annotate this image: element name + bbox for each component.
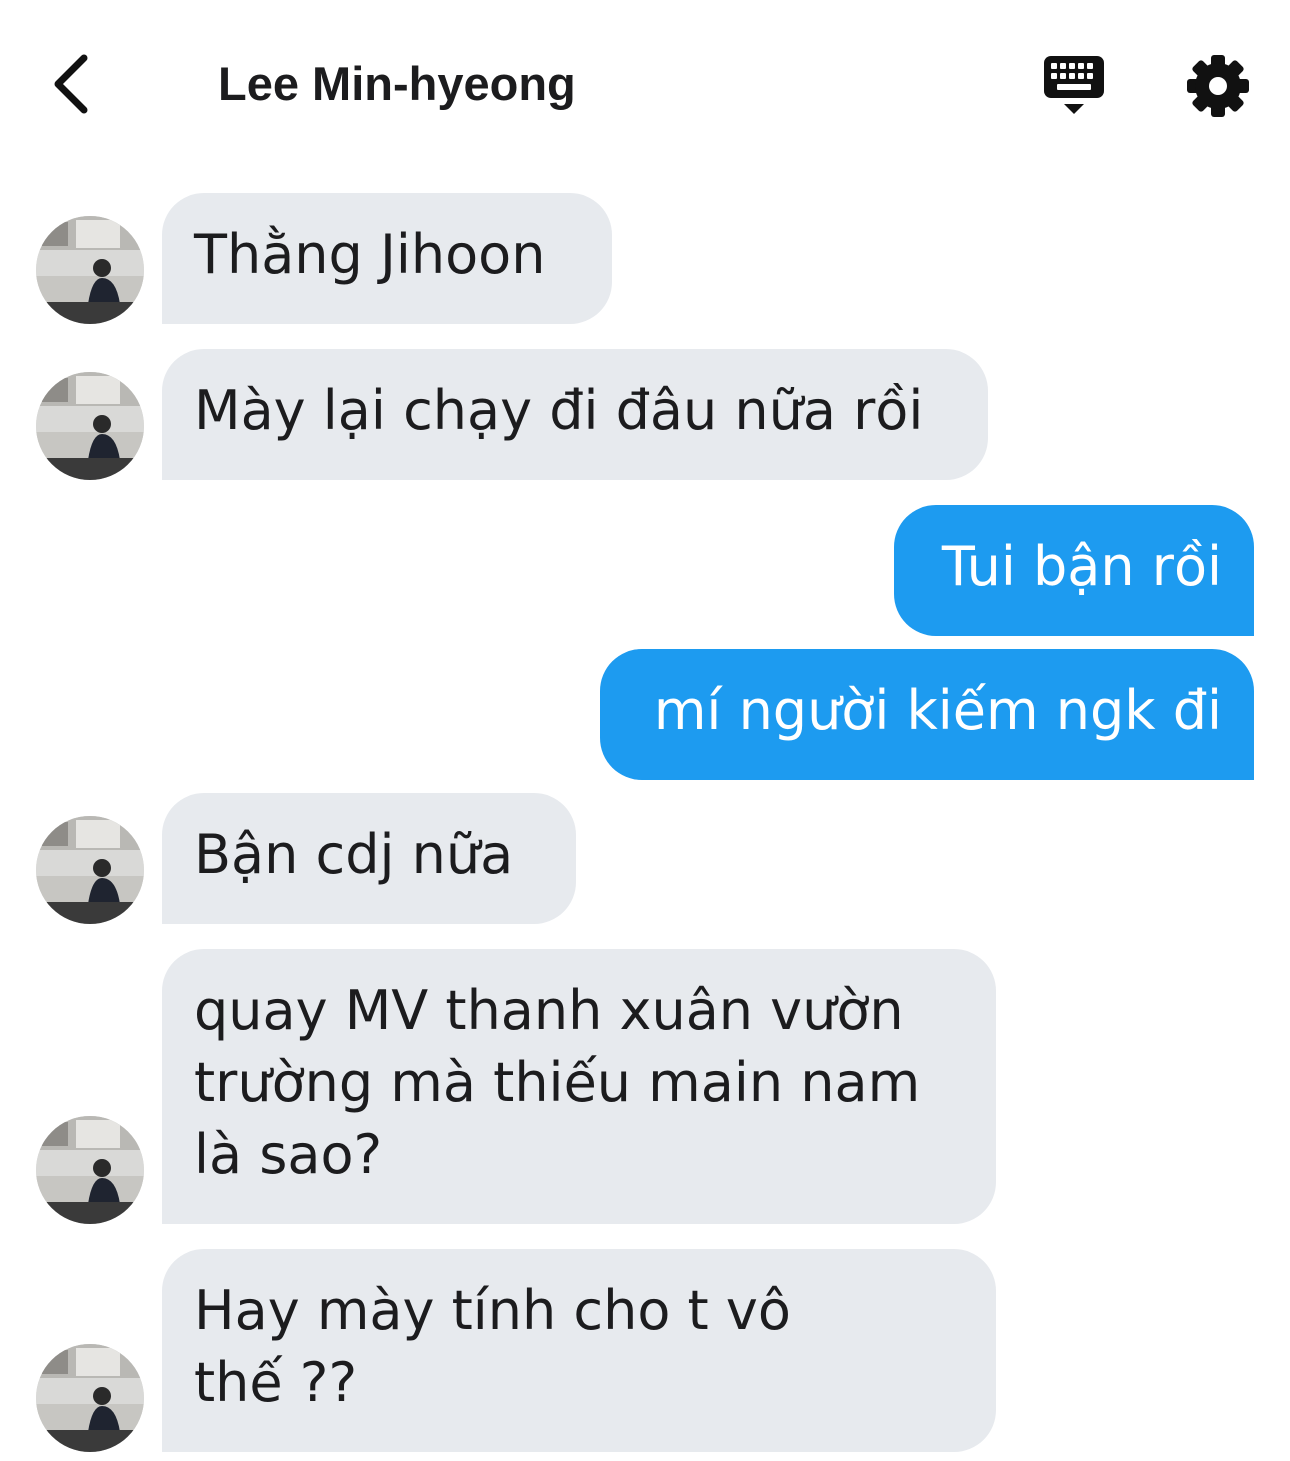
avatar[interactable]	[36, 1344, 144, 1452]
message-bubble-outgoing: mí người kiếm ngk đi	[600, 649, 1254, 780]
message-bubble-outgoing: Tui bận rồi	[894, 505, 1254, 636]
message-bubble-incoming: Hay mày tính cho t vô thế ??	[162, 1249, 996, 1452]
avatar[interactable]	[36, 1116, 144, 1224]
message-list: Thằng Jihoon Mày lại chạy đi đâu nữa rồi…	[0, 0, 1290, 1461]
avatar[interactable]	[36, 216, 144, 324]
message-bubble-incoming: quay MV thanh xuân vườn trường mà thiếu …	[162, 949, 996, 1224]
avatar[interactable]	[36, 372, 144, 480]
message-bubble-incoming: Thằng Jihoon	[162, 193, 612, 324]
message-bubble-incoming: Bận cdj nữa	[162, 793, 576, 924]
avatar[interactable]	[36, 816, 144, 924]
message-bubble-incoming: Mày lại chạy đi đâu nữa rồi	[162, 349, 988, 480]
